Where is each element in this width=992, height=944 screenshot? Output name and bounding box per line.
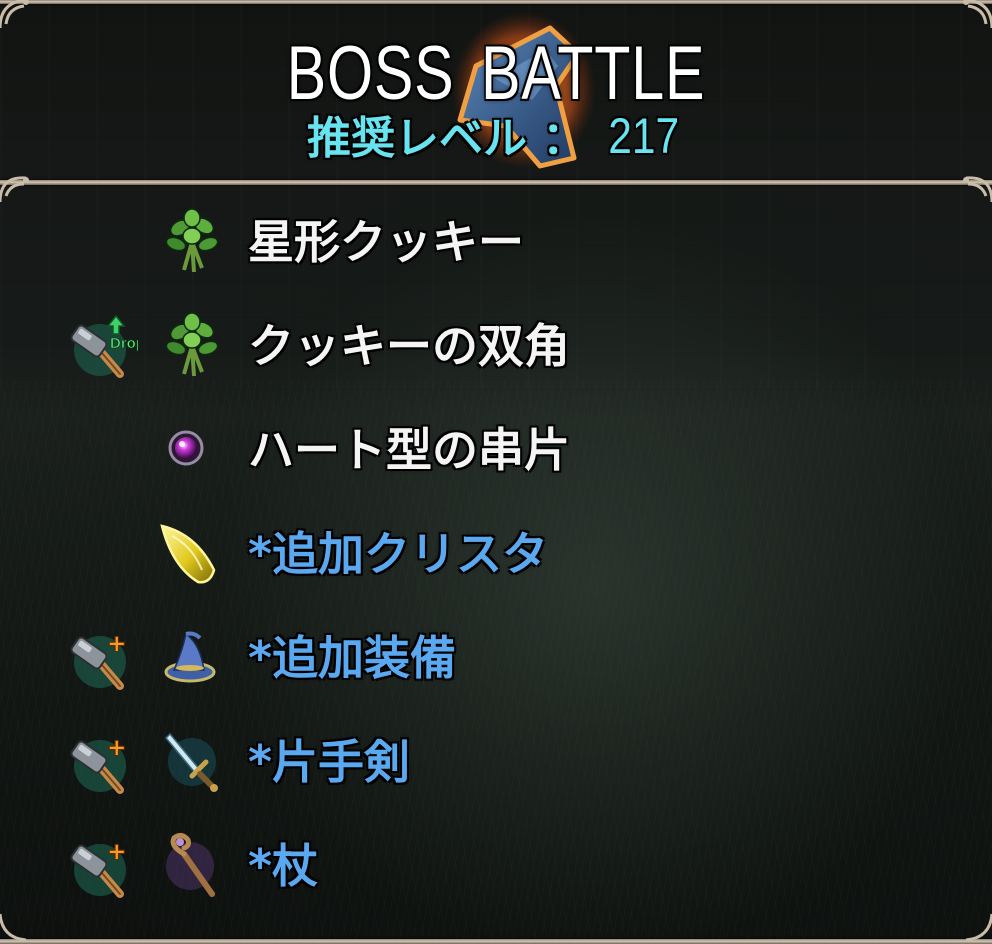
drop-list: 星形クッキー Drop <box>0 190 992 930</box>
purple-orb-icon <box>168 430 204 466</box>
one-handed-sword-icon <box>164 732 218 792</box>
svg-text:+: + <box>108 628 126 661</box>
smith-hammer-plus-icon: + <box>70 836 126 898</box>
smith-hammer-plus-icon: + <box>70 732 126 794</box>
svg-text:Drop: Drop <box>110 335 138 352</box>
list-item[interactable]: Drop クッキーの双角 <box>0 294 992 398</box>
corner-ornament-icon <box>963 0 992 29</box>
svg-text:+: + <box>108 732 126 765</box>
smith-hammer-plus-icon: + <box>70 628 126 690</box>
item-name: *追加装備 <box>248 631 457 685</box>
smith-hammer-icon: Drop <box>70 314 138 378</box>
frame-bottom-border <box>0 939 992 944</box>
staff-icon <box>166 832 215 897</box>
list-item[interactable]: + *杖 <box>0 814 992 918</box>
page-title: BOSS BATTLE <box>109 34 883 114</box>
title-word-battle: BATTLE <box>481 31 706 116</box>
list-item[interactable]: ハート型の串片 <box>0 398 992 502</box>
item-name: ハート型の串片 <box>248 423 570 477</box>
boss-battle-panel: BOSS BATTLE 推奨レベル ： 217 星形クッキー Dro クッキーの… <box>0 0 992 944</box>
item-name: *追加クリスタ <box>248 527 549 581</box>
item-name: *杖 <box>248 839 319 893</box>
corner-ornament-icon <box>0 0 29 29</box>
svg-text:+: + <box>108 836 126 869</box>
herb-bundle-icon <box>165 312 219 377</box>
recommended-level-value: 217 <box>607 108 679 164</box>
wizard-hat-icon <box>164 631 216 683</box>
list-item[interactable]: + *片手剣 <box>0 710 992 814</box>
item-name: クッキーの双角 <box>248 319 570 373</box>
recommended-level-label: 推奨レベル ： <box>306 113 587 164</box>
frame-top-border <box>0 0 992 4</box>
list-item[interactable]: 星形クッキー <box>0 190 992 294</box>
item-name: *片手剣 <box>248 735 411 789</box>
herb-bundle-icon <box>165 208 219 273</box>
list-item[interactable]: *追加クリスタ <box>0 502 992 606</box>
list-item[interactable]: + *追加装備 <box>0 606 992 710</box>
title-word-boss: BOSS <box>286 31 455 116</box>
frame-divider <box>0 180 992 185</box>
yellow-crystal-icon <box>160 524 216 584</box>
item-name: 星形クッキー <box>248 215 524 269</box>
recommended-level: 推奨レベル ： 217 <box>0 108 992 167</box>
